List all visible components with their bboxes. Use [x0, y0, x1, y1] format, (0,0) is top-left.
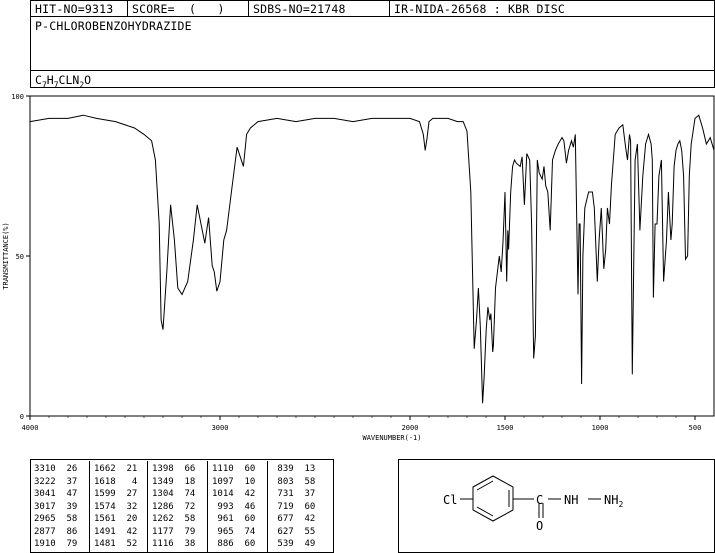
- compound-name: P-CHLOROBENZOHYDRAZIDE: [35, 19, 192, 33]
- x-tick-label: 3000: [212, 424, 229, 432]
- carbonyl-carbon-label: C: [536, 493, 543, 507]
- y-tick-label: 0: [20, 413, 24, 421]
- x-tick-label: 2000: [402, 424, 419, 432]
- ir-spectrum-chart: 4000 3000 2000 1500 1000 500 0 50 100 WAVENUMBER(…: [2, 93, 715, 442]
- y-tick-label: 100: [11, 93, 24, 101]
- oxygen-label: O: [536, 519, 543, 533]
- x-tick-label: 1000: [592, 424, 609, 432]
- sdbs-number: SDBS-NO=21748: [253, 2, 346, 16]
- nh-label: NH: [564, 493, 578, 507]
- benzene-ring: [472, 475, 514, 522]
- y-tick-label: 50: [16, 253, 24, 261]
- nh2-label: NH2: [604, 493, 623, 509]
- chemical-structure: Cl C O NH NH2: [443, 475, 623, 533]
- x-tick-label: 500: [689, 424, 702, 432]
- y-axis-label: TRANSMITTANCE(%): [2, 222, 10, 289]
- score: SCORE= ( ): [132, 2, 225, 16]
- x-tick-label: 1500: [497, 424, 514, 432]
- spectrum-line: [29, 114, 715, 404]
- peak-table-frame: [30, 459, 334, 553]
- ring-double-bond: [476, 506, 494, 517]
- header-bar: HIT-NO=9313 SCORE= ( ) SDBS-NO=21748 IR-…: [30, 0, 715, 17]
- molecular-formula: C7H7CLN2O: [35, 73, 92, 90]
- x-axis-label: WAVENUMBER(-1): [362, 434, 421, 442]
- ring-double-bond: [476, 480, 494, 491]
- hit-number: HIT-NO=9313: [35, 2, 114, 16]
- formula-box: C7H7CLN2O: [30, 70, 715, 90]
- ir-info: IR-NIDA-26568 : KBR DISC: [394, 2, 565, 16]
- cl-label: Cl: [443, 493, 457, 507]
- plot-frame: [29, 95, 715, 417]
- x-tick-label: 4000: [22, 424, 39, 432]
- compound-name-box: P-CHLOROBENZOHYDRAZIDE: [30, 16, 715, 71]
- plot-area: 4000 3000 2000 1500 1000 500 0 50 100 WAVENUMBER(…: [2, 93, 715, 442]
